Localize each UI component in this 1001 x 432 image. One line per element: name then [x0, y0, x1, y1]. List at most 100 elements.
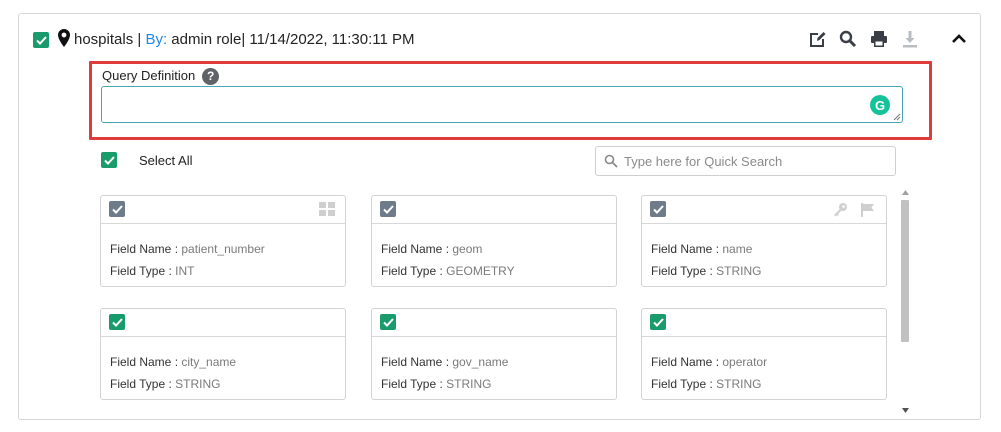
field-checkbox[interactable]	[109, 201, 125, 217]
by-label: By:	[145, 31, 168, 48]
edit-button[interactable]	[805, 28, 829, 50]
scroll-thumb[interactable]	[901, 200, 909, 342]
scroll-down-arrow[interactable]	[899, 404, 911, 416]
field-type-value: GEOMETRY	[446, 264, 515, 278]
search-icon	[839, 30, 857, 48]
edit-icon	[809, 32, 825, 47]
field-type-label: Field Type :	[381, 264, 443, 278]
flag-icon	[860, 202, 876, 223]
field-name-row: Field Name : gov_name	[381, 351, 508, 373]
field-name-value: city_name	[181, 355, 237, 369]
field-type-row: Field Type : STRING	[651, 260, 762, 282]
field-type-label: Field Type :	[651, 377, 713, 391]
check-icon	[382, 317, 394, 327]
field-name-label: Field Name :	[381, 355, 450, 369]
field-card-body: Field Name : patient_number Field Type : …	[110, 238, 265, 282]
layer-header: hospitals | By: admin role| 11/14/2022, …	[19, 14, 980, 64]
field-list-scrollbar[interactable]	[899, 186, 911, 416]
grid-icon	[319, 202, 335, 221]
quick-search-input[interactable]	[624, 153, 884, 169]
field-type-value: STRING	[716, 377, 762, 391]
field-checkbox[interactable]	[109, 314, 125, 330]
quick-search[interactable]	[595, 146, 896, 176]
layer-name: hospitals	[74, 31, 134, 48]
print-button[interactable]	[867, 28, 891, 50]
field-name-label: Field Name :	[651, 242, 720, 256]
field-name-label: Field Name :	[110, 242, 179, 256]
field-card-header	[642, 196, 886, 224]
field-card-icons	[319, 202, 335, 221]
scroll-up-arrow[interactable]	[899, 186, 911, 198]
field-type-label: Field Type :	[110, 377, 172, 391]
check-icon	[103, 155, 115, 165]
field-checkbox[interactable]	[650, 314, 666, 330]
query-definition-label: Query Definition ?	[102, 67, 220, 85]
field-card-header	[372, 309, 616, 337]
field-card-header	[101, 309, 345, 337]
field-name-value: gov_name	[452, 355, 509, 369]
select-all-label: Select All	[139, 152, 193, 168]
chevron-up-icon[interactable]	[950, 30, 968, 48]
download-button[interactable]	[898, 28, 922, 50]
check-icon	[652, 204, 664, 214]
field-card-body: Field Name : name Field Type : STRING	[651, 238, 762, 282]
query-definition-highlight: Query Definition ? G	[89, 61, 932, 140]
field-name-label: Field Name :	[651, 355, 720, 369]
field-card[interactable]: Field Name : gov_name Field Type : STRING	[371, 308, 617, 400]
field-checkbox[interactable]	[380, 201, 396, 217]
field-type-value: STRING	[716, 264, 762, 278]
field-card[interactable]: Field Name : geom Field Type : GEOMETRY	[371, 195, 617, 287]
field-name-value: operator	[722, 355, 768, 369]
grammarly-icon[interactable]: G	[870, 95, 890, 115]
field-card-header	[101, 196, 345, 224]
layer-checkbox[interactable]	[33, 32, 49, 48]
field-name-row: Field Name : geom	[381, 238, 515, 260]
field-card-body: Field Name : operator Field Type : STRING	[651, 351, 767, 395]
field-type-value: STRING	[175, 377, 221, 391]
field-type-row: Field Type : GEOMETRY	[381, 260, 515, 282]
field-name-label: Field Name :	[110, 355, 179, 369]
field-name-row: Field Name : city_name	[110, 351, 236, 373]
caret-up-icon	[901, 189, 909, 195]
field-type-row: Field Type : INT	[110, 260, 265, 282]
resize-grip-icon[interactable]	[893, 113, 901, 121]
field-card-header	[372, 196, 616, 224]
check-icon	[111, 204, 123, 214]
print-icon	[871, 31, 887, 47]
field-type-row: Field Type : STRING	[651, 373, 767, 395]
field-name-label: Field Name :	[381, 242, 450, 256]
field-name-value: name	[722, 242, 753, 256]
field-type-value: STRING	[446, 377, 492, 391]
field-type-value: INT	[175, 264, 195, 278]
field-name-value: geom	[452, 242, 483, 256]
select-all-checkbox[interactable]	[101, 152, 117, 168]
header-toolbar	[798, 28, 922, 50]
field-name-value: patient_number	[181, 242, 265, 256]
field-checkbox[interactable]	[650, 201, 666, 217]
query-definition-input[interactable]: G	[101, 86, 903, 123]
field-card-header	[642, 309, 886, 337]
key-icon	[832, 202, 848, 223]
field-checkbox[interactable]	[380, 314, 396, 330]
download-icon	[903, 31, 917, 48]
field-card-icons	[832, 202, 876, 223]
field-type-label: Field Type :	[651, 264, 713, 278]
select-all[interactable]: Select All	[101, 152, 192, 168]
caret-down-icon	[901, 407, 909, 413]
search-button[interactable]	[836, 28, 860, 50]
layer-title: hospitals | By: admin role| 11/14/2022, …	[74, 31, 415, 49]
help-icon[interactable]: ?	[202, 67, 220, 85]
field-name-row: Field Name : operator	[651, 351, 767, 373]
check-icon	[382, 204, 394, 214]
check-icon	[652, 317, 664, 327]
field-type-label: Field Type :	[110, 264, 172, 278]
field-card-body: Field Name : geom Field Type : GEOMETRY	[381, 238, 515, 282]
layer-panel: hospitals | By: admin role| 11/14/2022, …	[18, 13, 981, 420]
query-definition-text: Query Definition	[102, 68, 196, 83]
check-icon	[111, 317, 123, 327]
search-icon	[604, 154, 618, 168]
field-card[interactable]: Field Name : city_name Field Type : STRIN…	[100, 308, 346, 400]
field-card[interactable]: Field Name : patient_number Field Type : …	[100, 195, 346, 287]
field-card[interactable]: Field Name : operator Field Type : STRING	[641, 308, 887, 400]
field-card[interactable]: Field Name : name Field Type : STRING	[641, 195, 887, 287]
